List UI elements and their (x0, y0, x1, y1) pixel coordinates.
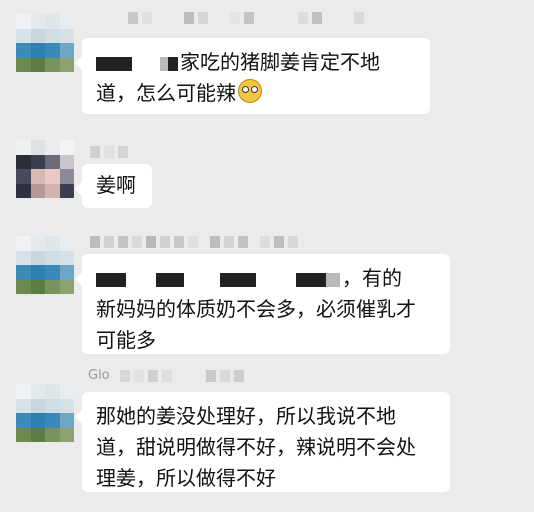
redacted-text (220, 272, 256, 287)
sender-name-fragment: Glo (88, 368, 110, 383)
message-text: 理姜，所以做得不好 (96, 466, 276, 490)
message-text: 姜啊 (96, 173, 136, 197)
avatar[interactable] (16, 140, 74, 198)
message-bubble[interactable]: 家吃的猪脚姜肯定不地 道，怎么可能辣 (75, 38, 430, 114)
message-bubble[interactable]: 姜啊 (75, 164, 152, 208)
message-text: ，有的 (342, 266, 402, 290)
sender-name-pixelated (128, 12, 364, 26)
message-text: 道，怎么可能辣 (96, 81, 236, 105)
message-bubble[interactable]: 那她的姜没处理好，所以我说不地 道，甜说明做得不好，辣说明不会处 理姜，所以做得… (75, 392, 450, 492)
message-text: 那她的姜没处理好，所以我说不地 (96, 404, 396, 428)
redacted-text (326, 272, 340, 287)
redacted-text (168, 56, 178, 71)
message-bubble[interactable]: ，有的 新妈妈的体质奶不会多，必须催乳才 可能多 (75, 254, 450, 354)
avatar[interactable] (16, 14, 74, 72)
redacted-text (156, 272, 184, 287)
avatar[interactable] (16, 384, 74, 442)
sender-name-pixelated (90, 236, 298, 250)
dizzy-face-emoji-icon (238, 79, 262, 103)
redacted-text (96, 56, 132, 71)
message-text: 可能多 (96, 328, 156, 352)
message-text: 新妈妈的体质奶不会多，必须催乳才 (96, 297, 416, 321)
chat-window: 家吃的猪脚姜肯定不地 道，怎么可能辣 姜啊 ，有的 新妈妈的体质奶不会多，必须催… (0, 0, 534, 512)
sender-name-pixelated (90, 146, 128, 160)
redacted-text (296, 272, 326, 287)
sender-name-pixelated (120, 370, 244, 384)
message-text: 家吃的猪脚姜肯定不地 (180, 50, 380, 74)
avatar[interactable] (16, 236, 74, 294)
redacted-text (96, 272, 126, 287)
message-text: 道，甜说明做得不好，辣说明不会处 (96, 435, 416, 459)
redacted-text (160, 56, 168, 71)
